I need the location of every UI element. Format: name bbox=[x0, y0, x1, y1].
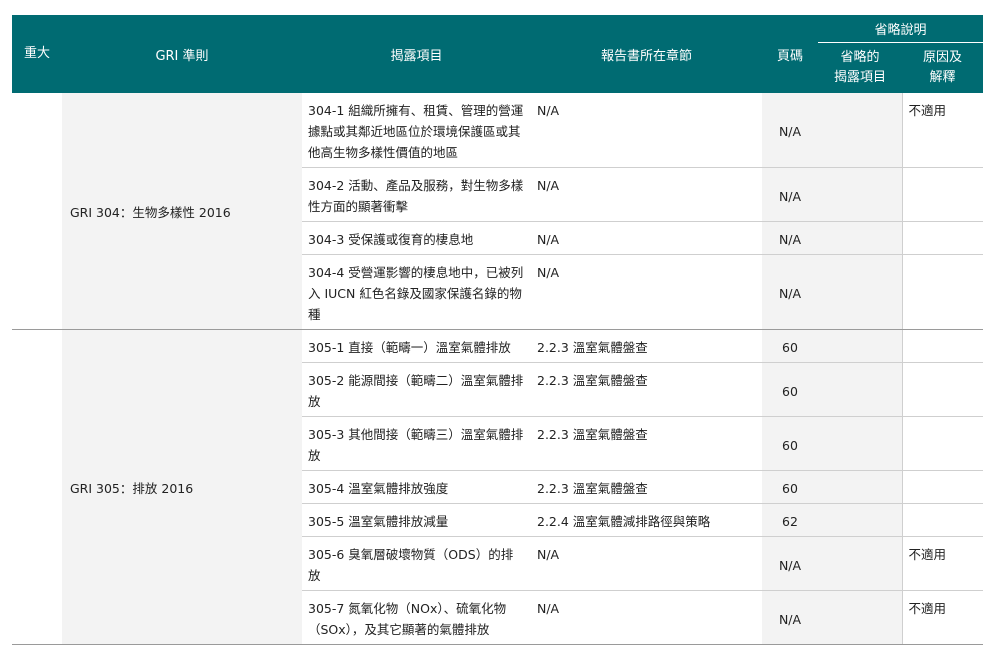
header-omitted-disclosure: 省略的 揭露項目 bbox=[818, 42, 902, 93]
page-cell: 60 bbox=[762, 329, 818, 363]
material-cell bbox=[12, 93, 62, 330]
section-cell: N/A bbox=[531, 221, 762, 255]
disclosure-cell: 305-2 能源間接（範疇二）溫室氣體排放 bbox=[302, 362, 531, 417]
table-row: GRI 304：生物多樣性 2016 304-1 組織所擁有、租賃、管理的營運據… bbox=[12, 93, 984, 330]
section-cell: 2.2.4 溫室氣體減排路徑與策略 bbox=[531, 503, 762, 537]
reason-cell bbox=[901, 254, 984, 330]
reason-cell: 不適用 bbox=[901, 93, 984, 168]
reason-cell: 不適用 bbox=[901, 590, 984, 645]
omitted-cell bbox=[818, 93, 902, 168]
disclosure-cell: 304-1 組織所擁有、租賃、管理的營運據點或其鄰近地區位於環境保護區或其他高生… bbox=[302, 93, 531, 168]
section-cell: N/A bbox=[531, 167, 762, 222]
reason-cell bbox=[901, 221, 984, 255]
header-omission: 省略說明 bbox=[818, 15, 984, 43]
omitted-cell bbox=[818, 416, 902, 471]
omitted-cell bbox=[818, 221, 902, 255]
section-cell: 2.2.3 溫室氣體盤查 bbox=[531, 416, 762, 471]
disclosure-cell: 305-3 其他間接（範疇三）溫室氣體排放 bbox=[302, 416, 531, 471]
reason-cell bbox=[901, 362, 984, 417]
omitted-cell bbox=[818, 503, 902, 537]
reason-cell bbox=[901, 503, 984, 537]
disclosure-cell: 305-1 直接（範疇一）溫室氣體排放 bbox=[302, 329, 531, 363]
header-disclosure: 揭露項目 bbox=[302, 15, 531, 93]
disclosure-cell: 305-4 溫室氣體排放強度 bbox=[302, 470, 531, 504]
section-cell: 2.2.3 溫室氣體盤查 bbox=[531, 470, 762, 504]
gri-standard-cell: GRI 304：生物多樣性 2016 bbox=[62, 93, 302, 330]
page-cell: 60 bbox=[762, 362, 818, 417]
page-cell: N/A bbox=[762, 167, 818, 222]
page-cell: 62 bbox=[762, 503, 818, 537]
header-gri-standard: GRI 準則 bbox=[62, 15, 302, 93]
table-row: GRI 305：排放 2016 305-1 直接（範疇一）溫室氣體排放 2.2.… bbox=[12, 329, 984, 645]
header-reason: 原因及 解釋 bbox=[902, 42, 984, 93]
section-cell: 2.2.3 溫室氣體盤查 bbox=[531, 329, 762, 363]
reason-cell bbox=[901, 416, 984, 471]
omitted-cell bbox=[818, 362, 902, 417]
section-cell: 2.2.3 溫室氣體盤查 bbox=[531, 362, 762, 417]
header-report-section: 報告書所在章節 bbox=[531, 15, 762, 93]
reason-cell: 不適用 bbox=[901, 536, 984, 591]
reason-cell bbox=[901, 470, 984, 504]
reason-cell bbox=[901, 329, 984, 363]
page-cell: N/A bbox=[762, 590, 818, 645]
section-cell: N/A bbox=[531, 254, 762, 330]
material-cell bbox=[12, 329, 62, 645]
omitted-cell bbox=[818, 167, 902, 222]
header-page: 頁碼 bbox=[762, 15, 818, 93]
omitted-cell bbox=[818, 536, 902, 591]
section-cell: N/A bbox=[531, 93, 762, 168]
omitted-cell bbox=[818, 470, 902, 504]
disclosure-cell: 305-5 溫室氣體排放減量 bbox=[302, 503, 531, 537]
gri-standard-cell: GRI 305：排放 2016 bbox=[62, 329, 302, 645]
page-cell: N/A bbox=[762, 93, 818, 168]
disclosure-cell: 304-4 受營運影響的棲息地中，已被列入 IUCN 紅色名錄及國家保護名錄的物… bbox=[302, 254, 531, 330]
page-cell: N/A bbox=[762, 254, 818, 330]
section-cell: N/A bbox=[531, 536, 762, 591]
disclosure-cell: 304-3 受保護或復育的棲息地 bbox=[302, 221, 531, 255]
reason-cell bbox=[901, 167, 984, 222]
gri-index-table: 重大 GRI 準則 揭露項目 報告書所在章節 頁碼 省略說明 省略的 揭露項目 … bbox=[12, 15, 984, 645]
omitted-cell bbox=[818, 329, 902, 363]
section-cell: N/A bbox=[531, 590, 762, 645]
disclosure-cell: 305-6 臭氧層破壞物質（ODS）的排放 bbox=[302, 536, 531, 591]
page-cell: N/A bbox=[762, 221, 818, 255]
header-material: 重大 bbox=[12, 15, 62, 93]
omitted-cell bbox=[818, 590, 902, 645]
disclosure-cell: 304-2 活動、產品及服務，對生物多樣性方面的顯著衝擊 bbox=[302, 167, 531, 222]
page-cell: 60 bbox=[762, 416, 818, 471]
page-cell: 60 bbox=[762, 470, 818, 504]
omitted-cell bbox=[818, 254, 902, 330]
page-cell: N/A bbox=[762, 536, 818, 591]
disclosure-cell: 305-7 氮氧化物（NOx）、硫氧化物（SOx），及其它顯著的氣體排放 bbox=[302, 590, 531, 645]
